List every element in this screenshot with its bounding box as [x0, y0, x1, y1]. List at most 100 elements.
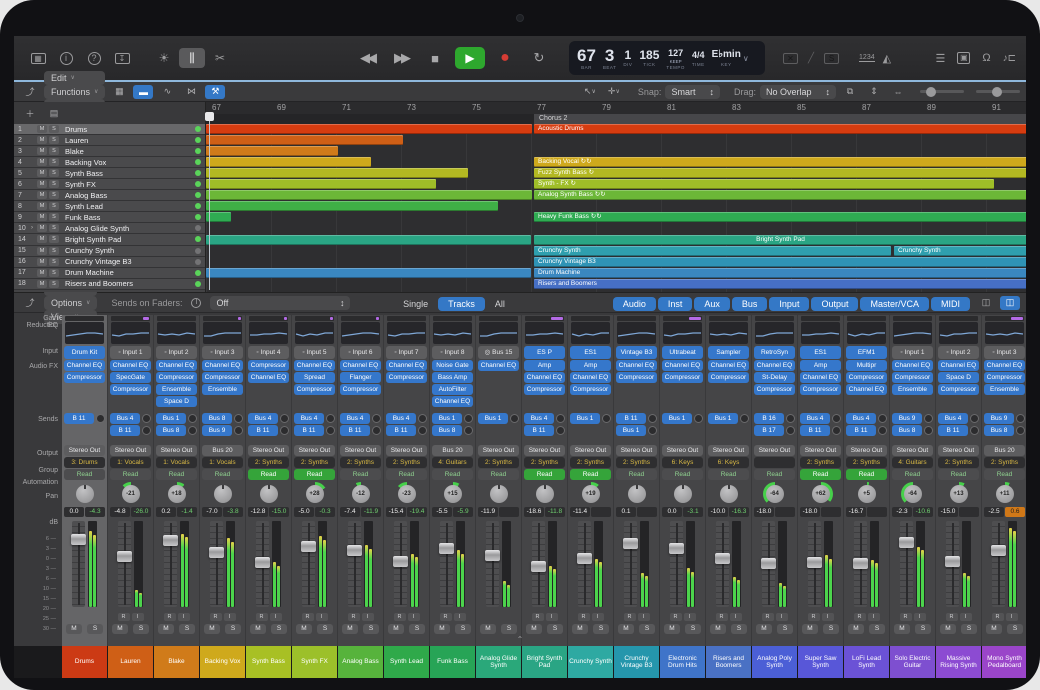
volume-value[interactable]: -2.5 — [984, 507, 1004, 517]
solo-button[interactable]: S — [49, 224, 59, 232]
volume-fader[interactable] — [715, 553, 730, 564]
volume-value[interactable]: -7.0 — [202, 507, 222, 517]
fx-slot[interactable]: Channel EQ — [708, 360, 749, 371]
view-single[interactable]: Single — [393, 297, 438, 311]
group-slot[interactable]: 2: Synths — [386, 457, 427, 468]
input-slot[interactable]: ◦ Input 3 — [202, 346, 243, 359]
mute-button[interactable]: M — [37, 280, 47, 288]
solo-button[interactable]: S — [49, 169, 59, 177]
peak-value[interactable]: -16.3 — [729, 507, 749, 517]
input-slot[interactable]: ◦ Input 8 — [432, 346, 473, 359]
group-slot[interactable]: 4: Guitars — [432, 457, 473, 468]
send-slot[interactable]: B 11 — [248, 425, 278, 436]
automation-mode[interactable]: Read — [754, 469, 795, 480]
playhead[interactable] — [209, 112, 210, 290]
eq-thumbnail[interactable] — [709, 322, 748, 344]
fx-slot[interactable]: Channel EQ — [294, 360, 335, 371]
mute-button[interactable]: M — [37, 125, 47, 133]
region[interactable] — [206, 168, 468, 178]
lcd-display[interactable]: 67BAR 3BEAT 1DIV 185TICK 127KEEPTEMPO 4/… — [569, 41, 765, 75]
eq-thumbnail[interactable] — [801, 322, 840, 344]
rewind-button[interactable]: ◀◀ — [353, 50, 381, 66]
send-knob[interactable] — [924, 414, 933, 423]
send-slot[interactable]: Bus 4 — [938, 413, 968, 424]
volume-value[interactable]: -18.6 — [524, 507, 544, 517]
mute-button[interactable]: M — [112, 624, 128, 634]
eq-thumbnail[interactable] — [985, 322, 1024, 344]
volume-fader[interactable] — [531, 561, 546, 572]
pan-knob[interactable]: +19 — [579, 482, 603, 506]
track-header-backing-vox[interactable]: 4MSBacking Vox — [14, 157, 205, 168]
mute-button[interactable]: M — [710, 624, 726, 634]
fx-slot[interactable]: Channel EQ — [156, 360, 197, 371]
input-slot[interactable]: Vintage B3 — [616, 346, 657, 359]
volume-value[interactable]: -18.0 — [800, 507, 820, 517]
input-monitor-button[interactable]: I — [776, 613, 788, 621]
peak-value[interactable] — [821, 507, 841, 517]
fx-slot[interactable]: Channel EQ — [846, 384, 887, 395]
send-knob[interactable] — [648, 426, 657, 435]
eq-thumbnail[interactable] — [617, 322, 656, 344]
group-slot[interactable]: 2: Synths — [478, 457, 519, 468]
strip-name-analog-poly-synth[interactable]: Analog Poly Synth — [752, 646, 797, 678]
strip-name-super-saw-synth[interactable]: Super Saw Synth — [798, 646, 843, 678]
send-slot[interactable]: Bus 1 — [708, 413, 738, 424]
send-slot[interactable]: Bus 4 — [524, 413, 554, 424]
eq-thumbnail[interactable] — [295, 322, 334, 344]
pan-knob[interactable]: -12 — [349, 482, 373, 506]
group-slot[interactable]: 2: Synths — [616, 457, 657, 468]
output-slot[interactable]: Stereo Out — [156, 445, 197, 456]
record-enable-button[interactable]: R — [854, 613, 866, 621]
volume-value[interactable]: -11.4 — [570, 507, 590, 517]
group-slot[interactable]: 4: Guitars — [892, 457, 933, 468]
region[interactable]: Crunchy Vintage B3 — [534, 257, 1026, 267]
automation-icon[interactable]: ∿ — [157, 85, 177, 99]
volume-value[interactable]: -10.0 — [708, 507, 728, 517]
region[interactable]: Bright Synth Pad — [534, 235, 1026, 245]
peak-value[interactable] — [591, 507, 611, 517]
eq-thumbnail[interactable] — [249, 322, 288, 344]
pan-knob[interactable]: +28 — [303, 482, 327, 506]
fx-slot[interactable]: Noise Gate — [432, 360, 473, 371]
send-knob[interactable] — [878, 414, 887, 423]
automation-mode[interactable]: Read — [340, 469, 381, 480]
strip-name-blake[interactable]: Blake — [154, 646, 199, 678]
send-slot[interactable]: B 16 — [754, 413, 784, 424]
fx-slot[interactable]: Compressor — [984, 372, 1025, 383]
fx-slot[interactable]: Amp — [800, 360, 841, 371]
input-monitor-button[interactable]: I — [1006, 613, 1018, 621]
fx-slot[interactable]: Channel EQ — [938, 360, 979, 371]
record-enable-button[interactable]: R — [118, 613, 130, 621]
group-slot[interactable]: 3: Drums — [64, 457, 105, 468]
input-slot[interactable]: Drum Kit — [64, 346, 105, 359]
send-knob[interactable] — [556, 414, 565, 423]
send-knob[interactable] — [372, 426, 381, 435]
track-header-drums[interactable]: 1MSDrums — [14, 124, 205, 135]
region[interactable] — [206, 146, 338, 156]
strip-name-analog-bass[interactable]: Analog Bass — [338, 646, 383, 678]
volume-value[interactable]: -11.9 — [478, 507, 498, 517]
group-slot[interactable]: 2: Synths — [524, 457, 565, 468]
solo-button[interactable]: S — [179, 624, 195, 634]
automation-mode[interactable]: Read — [846, 469, 887, 480]
input-monitor-button[interactable]: I — [684, 613, 696, 621]
eq-thumbnail[interactable] — [433, 322, 472, 344]
strip-name-analog-glide-synth[interactable]: Analog Glide Synth — [476, 646, 521, 678]
solo-button[interactable]: S — [49, 258, 59, 266]
peak-value[interactable]: -1.4 — [177, 507, 197, 517]
region[interactable] — [206, 157, 371, 167]
send-knob[interactable] — [280, 414, 289, 423]
pan-knob[interactable] — [625, 482, 649, 506]
crosshair-tool[interactable]: ✛∨ — [604, 85, 624, 99]
pointer-tool[interactable]: ↖∨ — [580, 85, 600, 99]
automation-mode[interactable]: Read — [248, 469, 289, 480]
strip-name-massive-rising-synth[interactable]: Massive Rising Synth — [936, 646, 981, 678]
record-enable-button[interactable]: R — [394, 613, 406, 621]
solo-button[interactable]: S — [225, 624, 241, 634]
send-slot[interactable]: Bus 9 — [984, 413, 1014, 424]
loops-icon[interactable]: Ω — [982, 52, 990, 64]
input-monitor-button[interactable]: I — [638, 613, 650, 621]
solo-button[interactable]: S — [869, 624, 885, 634]
fx-slot[interactable]: Space D — [938, 372, 979, 383]
automation-mode[interactable]: Read — [800, 469, 841, 480]
